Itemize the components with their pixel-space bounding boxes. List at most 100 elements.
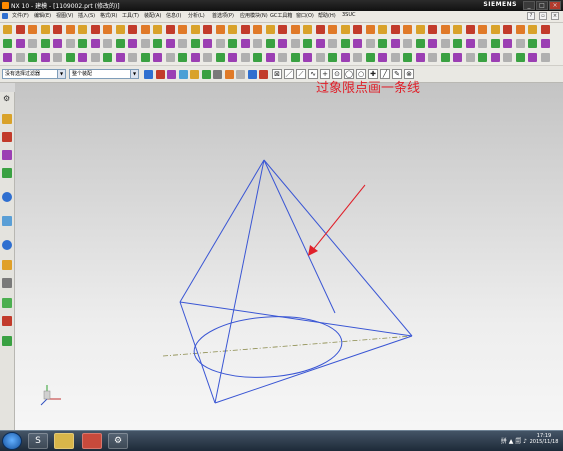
selection-filter-dropdown[interactable]: 没有选择过滤器 ▼ (2, 69, 66, 79)
toolbar-tool-icon[interactable] (28, 39, 37, 48)
menu-help[interactable]: 帮助(H) (318, 12, 336, 19)
toolbar-tool-icon[interactable] (115, 39, 125, 48)
toolbar-tool-icon[interactable] (528, 53, 537, 62)
toolbar-tool-icon[interactable] (3, 39, 12, 48)
selection-tool-icon[interactable] (190, 70, 199, 79)
close-button[interactable]: × (549, 1, 561, 10)
selection-tool-icon[interactable] (259, 70, 268, 79)
toolbar-tool-icon[interactable] (153, 39, 162, 48)
toolbar-tool-icon[interactable] (253, 39, 262, 48)
taskbar-app-nx-icon[interactable] (82, 433, 102, 449)
toolbar-tool-icon[interactable] (290, 25, 300, 34)
manufacturing-wizards-icon[interactable] (2, 278, 12, 288)
snap-midpoint-icon[interactable]: ⟋ (296, 69, 306, 79)
toolbar-tool-icon[interactable] (440, 53, 450, 62)
command-finder-icon[interactable] (2, 336, 12, 346)
toolbar-tool-icon[interactable] (15, 39, 25, 48)
toolbar-tool-icon[interactable] (278, 53, 287, 62)
toolbar-tool-icon[interactable] (478, 39, 487, 48)
toolbar-tool-icon[interactable] (103, 25, 112, 34)
toolbar-tool-icon[interactable] (203, 53, 212, 62)
graphics-window[interactable] (15, 83, 563, 430)
toolbar-tool-icon[interactable] (190, 53, 200, 62)
cone-edge-left[interactable] (179, 159, 265, 303)
menu-window[interactable]: 窗口(O) (296, 12, 314, 19)
toolbar-tool-icon[interactable] (428, 53, 437, 62)
toolbar-tool-icon[interactable] (365, 39, 375, 48)
toolbar-tool-icon[interactable] (190, 39, 200, 48)
help-icon[interactable]: ? (527, 12, 535, 20)
assembly-navigator-icon[interactable] (2, 132, 12, 142)
toolbar-tool-icon[interactable] (465, 53, 475, 62)
toolbar-tool-icon[interactable] (15, 25, 25, 34)
selection-tool-icon[interactable] (247, 70, 257, 79)
toolbar-tool-icon[interactable] (3, 53, 12, 62)
cone-edge-front[interactable] (214, 159, 265, 404)
menu-gc-toolkit[interactable]: GC工具箱 (270, 12, 292, 19)
menu-3suc[interactable]: 3SUC (342, 12, 356, 18)
toolbar-tool-icon[interactable] (103, 53, 112, 62)
minimize-button[interactable]: _ (523, 1, 535, 10)
toolbar-tool-icon[interactable] (503, 25, 512, 34)
menu-application[interactable]: 应用模块(N) (240, 12, 268, 19)
toolbar-tool-icon[interactable] (290, 53, 300, 62)
menu-preferences[interactable]: 首选项(P) (212, 12, 234, 19)
toolbar-tool-icon[interactable] (340, 25, 350, 34)
toolbar-tool-icon[interactable] (40, 39, 50, 48)
process-studio-icon[interactable] (2, 260, 12, 270)
toolbar-tool-icon[interactable] (390, 53, 400, 62)
snap-endpoint-icon[interactable]: ⊠ (272, 69, 282, 79)
toolbar-tool-icon[interactable] (178, 39, 187, 48)
toolbar-tool-icon[interactable] (278, 39, 287, 48)
toolbar-tool-icon[interactable] (65, 53, 75, 62)
toolbar-tool-icon[interactable] (53, 53, 62, 62)
toolbar-tool-icon[interactable] (378, 39, 387, 48)
menu-tools[interactable]: 工具(T) (122, 12, 139, 19)
toolbar-tool-icon[interactable] (353, 39, 362, 48)
toolbar-tool-icon[interactable] (115, 53, 125, 62)
cone-edge-inner[interactable] (263, 159, 336, 314)
toolbar-tool-icon[interactable] (240, 39, 250, 48)
menu-assemblies[interactable]: 装配(A) (144, 12, 161, 19)
sketch-line-top[interactable] (179, 301, 413, 337)
toolbar-tool-icon[interactable] (78, 25, 87, 34)
toolbar-tool-icon[interactable] (28, 53, 37, 62)
toolbar-tool-icon[interactable] (365, 25, 375, 34)
toolbar-tool-icon[interactable] (78, 39, 87, 48)
toolbar-tool-icon[interactable] (128, 39, 137, 48)
toolbar-tool-icon[interactable] (378, 25, 387, 34)
toolbar-tool-icon[interactable] (328, 39, 337, 48)
roles-icon[interactable] (2, 298, 12, 308)
toolbar-tool-icon[interactable] (440, 25, 450, 34)
selection-tool-icon[interactable] (178, 70, 188, 79)
sketch-line-bottom[interactable] (214, 335, 413, 404)
toolbar-tool-icon[interactable] (440, 39, 450, 48)
selection-scope-dropdown[interactable]: 整个装配 ▼ (69, 69, 139, 79)
toolbar-tool-icon[interactable] (328, 25, 337, 34)
selection-tool-icon[interactable] (155, 70, 165, 79)
toolbar-tool-icon[interactable] (353, 53, 362, 62)
toolbar-tool-icon[interactable] (503, 53, 512, 62)
toolbar-tool-icon[interactable] (215, 53, 225, 62)
toolbar-tool-icon[interactable] (240, 53, 250, 62)
toolbar-tool-icon[interactable] (465, 39, 475, 48)
toolbar-tool-icon[interactable] (53, 39, 62, 48)
toolbar-tool-icon[interactable] (278, 25, 287, 34)
toolbar-tool-icon[interactable] (153, 25, 162, 34)
clock[interactable]: 17:19 2015/11/18 (529, 433, 559, 445)
toolbar-tool-icon[interactable] (353, 25, 362, 34)
toolbar-tool-icon[interactable] (428, 39, 437, 48)
toolbar-tool-icon[interactable] (140, 25, 150, 34)
toolbar-tool-icon[interactable] (540, 53, 550, 62)
cone-edge-right[interactable] (263, 159, 413, 337)
toolbar-tool-icon[interactable] (328, 53, 337, 62)
menu-format[interactable]: 格式(R) (100, 12, 117, 19)
taskbar-app-gear-icon[interactable]: ⚙ (108, 433, 128, 449)
selection-tool-icon[interactable] (144, 70, 153, 79)
toolbar-tool-icon[interactable] (165, 53, 175, 62)
system-scene-icon[interactable] (2, 316, 12, 326)
toolbar-tool-icon[interactable] (240, 25, 250, 34)
toolbar-tool-icon[interactable] (190, 25, 200, 34)
toolbar-tool-icon[interactable] (428, 25, 437, 34)
toolbar-tool-icon[interactable] (415, 53, 425, 62)
